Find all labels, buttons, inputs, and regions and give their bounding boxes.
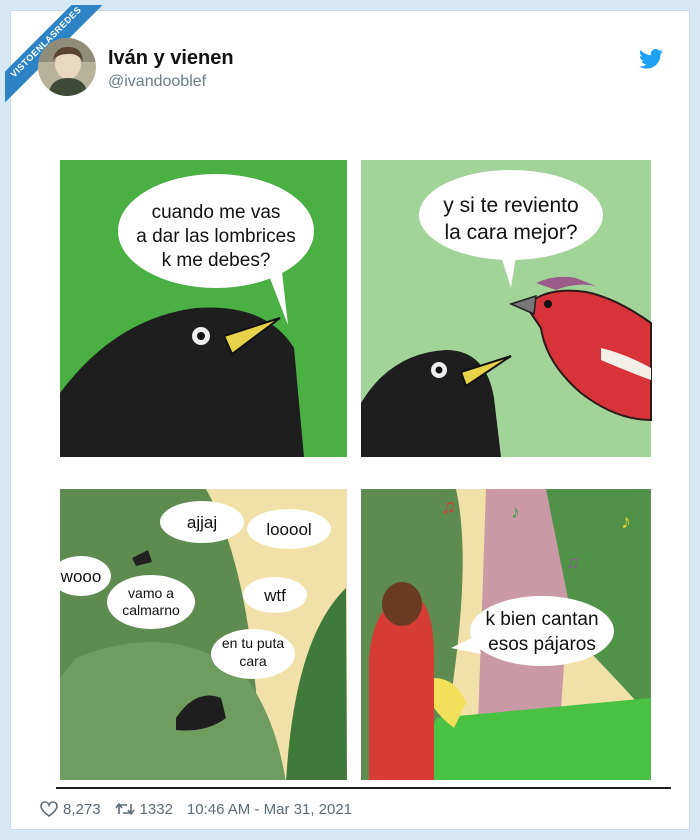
panel1-line-2: a dar las lombrices	[136, 226, 295, 247]
twitter-bird-icon[interactable]	[639, 49, 663, 69]
comic-panel-3: ajjaj looool wooo vamo a calmarno wtf en…	[56, 489, 347, 780]
tweet-card: VISTOENLASREDES.com Iván y vienen @ivand…	[5, 5, 690, 830]
bubble-wooo: wooo	[60, 567, 102, 586]
panel1-line-1: cuando me vas	[152, 202, 281, 223]
bubble-puta-line-1: en tu puta	[222, 635, 284, 651]
heart-icon	[40, 801, 58, 817]
avatar[interactable]	[38, 38, 96, 96]
retweet-stat[interactable]: 1332	[114, 800, 173, 818]
timestamp[interactable]: 10:46 AM - Mar 31, 2021	[187, 801, 352, 818]
retweet-icon	[114, 803, 135, 815]
bubble-vamo-line-1: vamo a	[128, 585, 174, 601]
tweet-meta: 8,273 1332 10:46 AM - Mar 31, 2021	[40, 797, 352, 821]
svg-text:♫: ♫	[441, 496, 456, 518]
panel2-line-1: y si te reviento	[443, 194, 578, 217]
panel4-line-1: k bien cantan	[485, 609, 598, 630]
bubble-looool: looool	[266, 520, 311, 539]
comic-panel-2: y si te reviento la cara mejor?	[361, 160, 652, 457]
retweet-count: 1332	[139, 800, 173, 818]
comic-panel-1: cuando me vas a dar las lombrices k me d…	[60, 160, 347, 457]
author-handle[interactable]: @ivandooblef	[108, 73, 206, 91]
svg-text:♪: ♪	[621, 511, 631, 533]
bubble-puta-line-2: cara	[239, 653, 266, 669]
panel1-line-3: k me debes?	[162, 250, 271, 271]
author-name[interactable]: Iván y vienen	[108, 47, 234, 70]
comic-panel-4: ♫ ♪ ♪ ♫ k bien cantan esos pájaros	[361, 489, 651, 780]
svg-text:♪: ♪	[511, 502, 520, 522]
svg-text:♫: ♫	[566, 552, 580, 572]
bubble-ajjaj: ajjaj	[187, 513, 217, 532]
comic-image[interactable]: cuando me vas a dar las lombrices k me d…	[56, 158, 659, 780]
content-divider	[56, 787, 671, 789]
panel4-line-2: esos pájaros	[488, 634, 596, 655]
bubble-vamo-line-2: calmarno	[122, 602, 180, 618]
panel2-line-2: la cara mejor?	[444, 221, 577, 244]
bubble-wtf: wtf	[263, 586, 286, 605]
like-count: 8,273	[63, 800, 101, 818]
like-stat[interactable]: 8,273	[40, 801, 101, 818]
